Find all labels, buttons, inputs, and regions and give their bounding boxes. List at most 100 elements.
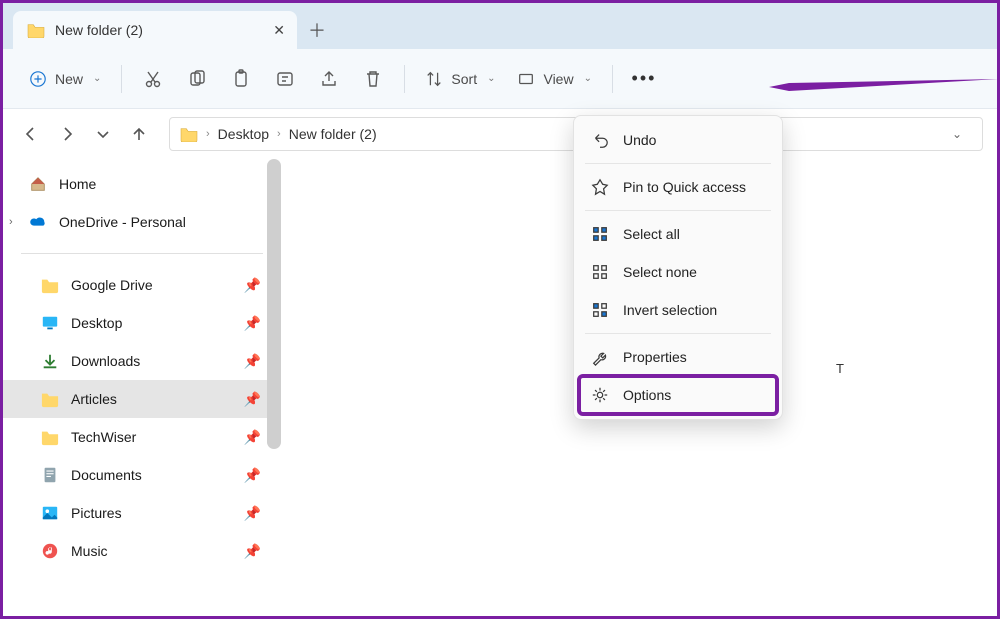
sidebar-label: OneDrive - Personal: [59, 214, 186, 230]
breadcrumb-parent[interactable]: Desktop: [218, 126, 269, 142]
share-button[interactable]: [310, 61, 348, 97]
sidebar-item-desktop[interactable]: Desktop 📌: [3, 304, 281, 342]
folder-icon: [41, 428, 59, 446]
pictures-icon: [41, 504, 59, 522]
menu-label: Select all: [623, 226, 680, 242]
sidebar-item-articles[interactable]: Articles 📌: [3, 380, 281, 418]
trash-icon: [363, 69, 383, 89]
scissors-icon: [143, 69, 163, 89]
copy-icon: [187, 69, 207, 89]
sidebar-onedrive[interactable]: › OneDrive - Personal: [3, 203, 281, 241]
sidebar-item-label: Downloads: [71, 353, 140, 369]
view-button[interactable]: View ⌄: [509, 61, 599, 97]
folder-icon: [41, 390, 59, 408]
menu-select-all[interactable]: Select all: [579, 215, 777, 253]
menu-options[interactable]: Options: [579, 376, 777, 414]
folder-icon: [27, 22, 45, 38]
menu-label: Undo: [623, 132, 656, 148]
up-button[interactable]: [125, 120, 153, 148]
pin-icon: 📌: [244, 429, 261, 446]
share-icon: [319, 69, 339, 89]
wrench-icon: [591, 348, 609, 366]
sidebar-home[interactable]: Home: [3, 165, 281, 203]
paste-button[interactable]: [222, 61, 260, 97]
bc-sep-icon: ›: [277, 128, 281, 140]
sidebar-label: Home: [59, 176, 96, 192]
tab-title: New folder (2): [55, 22, 143, 38]
document-icon: [41, 466, 59, 484]
menu-separator: [585, 333, 771, 334]
bc-sep-icon: ›: [206, 128, 210, 140]
sidebar-item-music[interactable]: Music 📌: [3, 532, 281, 570]
context-menu: Undo Pin to Quick access Select all Sele…: [573, 115, 783, 420]
chevron-down-icon: ⌄: [487, 73, 495, 84]
sidebar-item-label: Documents: [71, 467, 142, 483]
menu-label: Select none: [623, 264, 697, 280]
menu-pin-quick-access[interactable]: Pin to Quick access: [579, 168, 777, 206]
pin-icon: 📌: [244, 277, 261, 294]
pin-icon: 📌: [244, 543, 261, 560]
sidebar-item-label: Music: [71, 543, 108, 559]
clipboard-icon: [231, 69, 251, 89]
separator: [121, 65, 122, 93]
tab-active[interactable]: New folder (2) ✕: [13, 11, 297, 49]
delete-button[interactable]: [354, 61, 392, 97]
address-expand-icon[interactable]: ⌄: [942, 127, 972, 141]
sidebar-item-downloads[interactable]: Downloads 📌: [3, 342, 281, 380]
pin-icon: 📌: [244, 391, 261, 408]
menu-separator: [585, 163, 771, 164]
new-label: New: [55, 71, 83, 87]
select-none-icon: [591, 263, 609, 281]
copy-button[interactable]: [178, 61, 216, 97]
recent-button[interactable]: [89, 120, 117, 148]
sidebar: Home › OneDrive - Personal Google Drive …: [3, 159, 281, 616]
sort-button[interactable]: Sort ⌄: [417, 61, 503, 97]
sidebar-item-label: Articles: [71, 391, 117, 407]
sidebar-item-label: Pictures: [71, 505, 122, 521]
new-tab-button[interactable]: ＋: [297, 11, 337, 49]
sidebar-item-pictures[interactable]: Pictures 📌: [3, 494, 281, 532]
pin-icon: 📌: [244, 505, 261, 522]
gear-icon: [591, 386, 609, 404]
menu-invert-selection[interactable]: Invert selection: [579, 291, 777, 329]
menu-label: Invert selection: [623, 302, 717, 318]
sidebar-item-documents[interactable]: Documents 📌: [3, 456, 281, 494]
folder-icon: [180, 126, 198, 142]
view-icon: [517, 70, 535, 88]
folder-icon: [41, 276, 59, 294]
content-text: T: [836, 361, 844, 376]
sidebar-item-label: Google Drive: [71, 277, 153, 293]
menu-label: Pin to Quick access: [623, 179, 746, 195]
more-button[interactable]: •••: [625, 61, 663, 97]
tab-bar: New folder (2) ✕ ＋: [3, 3, 997, 49]
sort-label: Sort: [451, 71, 477, 87]
chevron-down-icon: ⌄: [584, 73, 592, 84]
home-icon: [29, 175, 47, 193]
cloud-icon: [29, 213, 47, 231]
close-icon[interactable]: ✕: [273, 22, 285, 39]
pin-icon: 📌: [244, 315, 261, 332]
plus-circle-icon: [29, 70, 47, 88]
sidebar-item-label: TechWiser: [71, 429, 136, 445]
pin-icon: 📌: [244, 467, 261, 484]
menu-properties[interactable]: Properties: [579, 338, 777, 376]
undo-icon: [591, 131, 609, 149]
rename-button[interactable]: [266, 61, 304, 97]
sidebar-item-techwiser[interactable]: TechWiser 📌: [3, 418, 281, 456]
menu-separator: [585, 210, 771, 211]
new-button[interactable]: New ⌄: [21, 61, 109, 97]
view-label: View: [543, 71, 573, 87]
invert-icon: [591, 301, 609, 319]
scrollbar[interactable]: [267, 159, 281, 449]
back-button[interactable]: [17, 120, 45, 148]
forward-button[interactable]: [53, 120, 81, 148]
expand-icon[interactable]: ›: [9, 216, 13, 228]
sidebar-item-google-drive[interactable]: Google Drive 📌: [3, 266, 281, 304]
menu-select-none[interactable]: Select none: [579, 253, 777, 291]
breadcrumb-current[interactable]: New folder (2): [289, 126, 377, 142]
menu-undo[interactable]: Undo: [579, 121, 777, 159]
sort-icon: [425, 70, 443, 88]
desktop-icon: [41, 314, 59, 332]
cut-button[interactable]: [134, 61, 172, 97]
divider: [21, 253, 263, 254]
